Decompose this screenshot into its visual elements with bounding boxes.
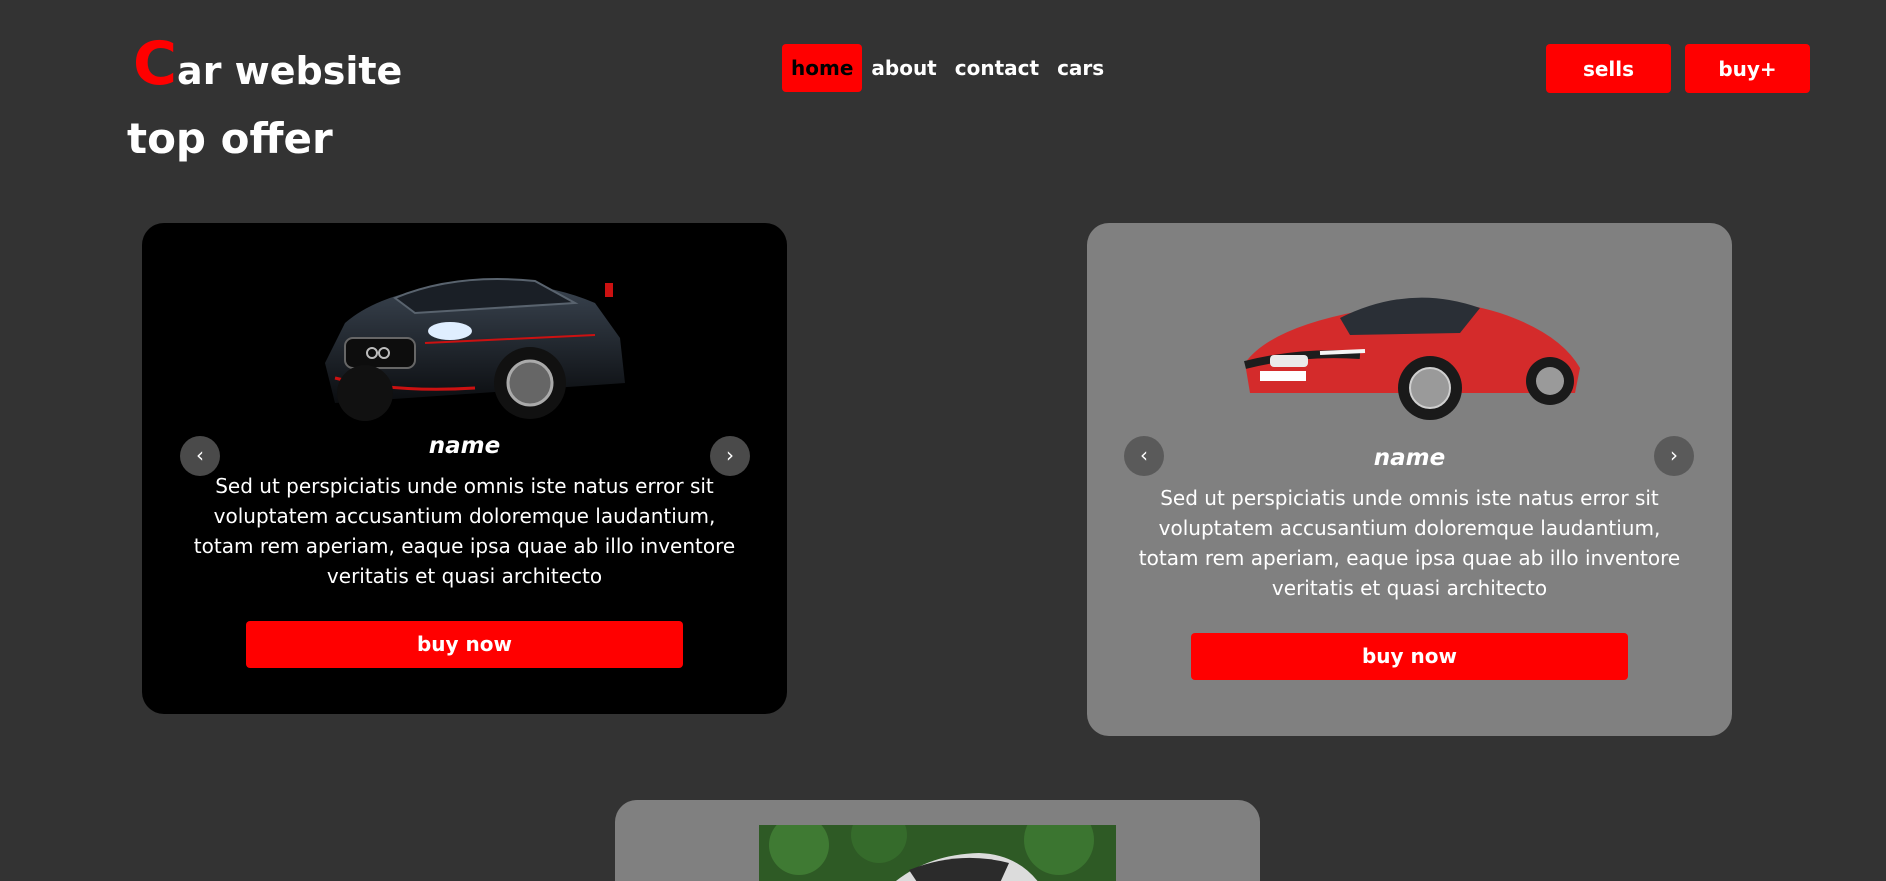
- chevron-left-icon: ‹: [1140, 443, 1148, 467]
- car-name: name: [428, 433, 501, 459]
- section-title: top offer: [127, 114, 333, 163]
- car-card: [615, 800, 1260, 881]
- car-description-line: totam rem aperiam, eaque ipsa quae ab il…: [193, 534, 736, 588]
- chevron-right-icon: ›: [1670, 443, 1678, 467]
- buy-now-button[interactable]: buy now: [1191, 633, 1628, 680]
- car-description: Sed ut perspiciatis unde omnis iste natu…: [1115, 483, 1704, 603]
- sells-button[interactable]: sells: [1546, 44, 1671, 93]
- page: Car website home about contact cars sell…: [0, 0, 1886, 881]
- carousel-next-button[interactable]: ›: [710, 436, 750, 476]
- nav-item-contact[interactable]: contact: [946, 44, 1048, 92]
- car-card: ‹ › name Sed ut perspiciatis unde omnis …: [142, 223, 787, 714]
- chevron-right-icon: ›: [726, 443, 734, 467]
- car-image: [1243, 297, 1580, 420]
- car-name: name: [1373, 445, 1446, 471]
- car-description-line: Sed ut perspiciatis unde omnis iste natu…: [1158, 486, 1661, 540]
- carousel-prev-button[interactable]: ‹: [180, 436, 220, 476]
- car-image: [759, 825, 1116, 881]
- car-image: [324, 278, 625, 421]
- car-card: ‹ › name Sed ut perspiciatis unde omnis …: [1087, 223, 1732, 736]
- carousel-next-button[interactable]: ›: [1654, 436, 1694, 476]
- site-logo[interactable]: Car website: [133, 34, 402, 94]
- buy-now-button[interactable]: buy now: [246, 621, 683, 668]
- logo-text: ar website: [177, 49, 403, 93]
- car-description: Sed ut perspiciatis unde omnis iste natu…: [170, 471, 759, 591]
- header-actions: sells buy+: [1546, 44, 1810, 93]
- buy-button[interactable]: buy+: [1685, 44, 1810, 93]
- chevron-left-icon: ‹: [196, 443, 204, 467]
- car-description-line: Sed ut perspiciatis unde omnis iste natu…: [213, 474, 716, 528]
- main-nav: home about contact cars: [782, 44, 1113, 92]
- nav-item-home[interactable]: home: [782, 44, 863, 92]
- logo-initial: C: [133, 29, 178, 99]
- car-description-line: totam rem aperiam, eaque ipsa quae ab il…: [1138, 546, 1681, 600]
- nav-item-about[interactable]: about: [862, 44, 945, 92]
- nav-item-cars[interactable]: cars: [1048, 44, 1113, 92]
- carousel-prev-button[interactable]: ‹: [1124, 436, 1164, 476]
